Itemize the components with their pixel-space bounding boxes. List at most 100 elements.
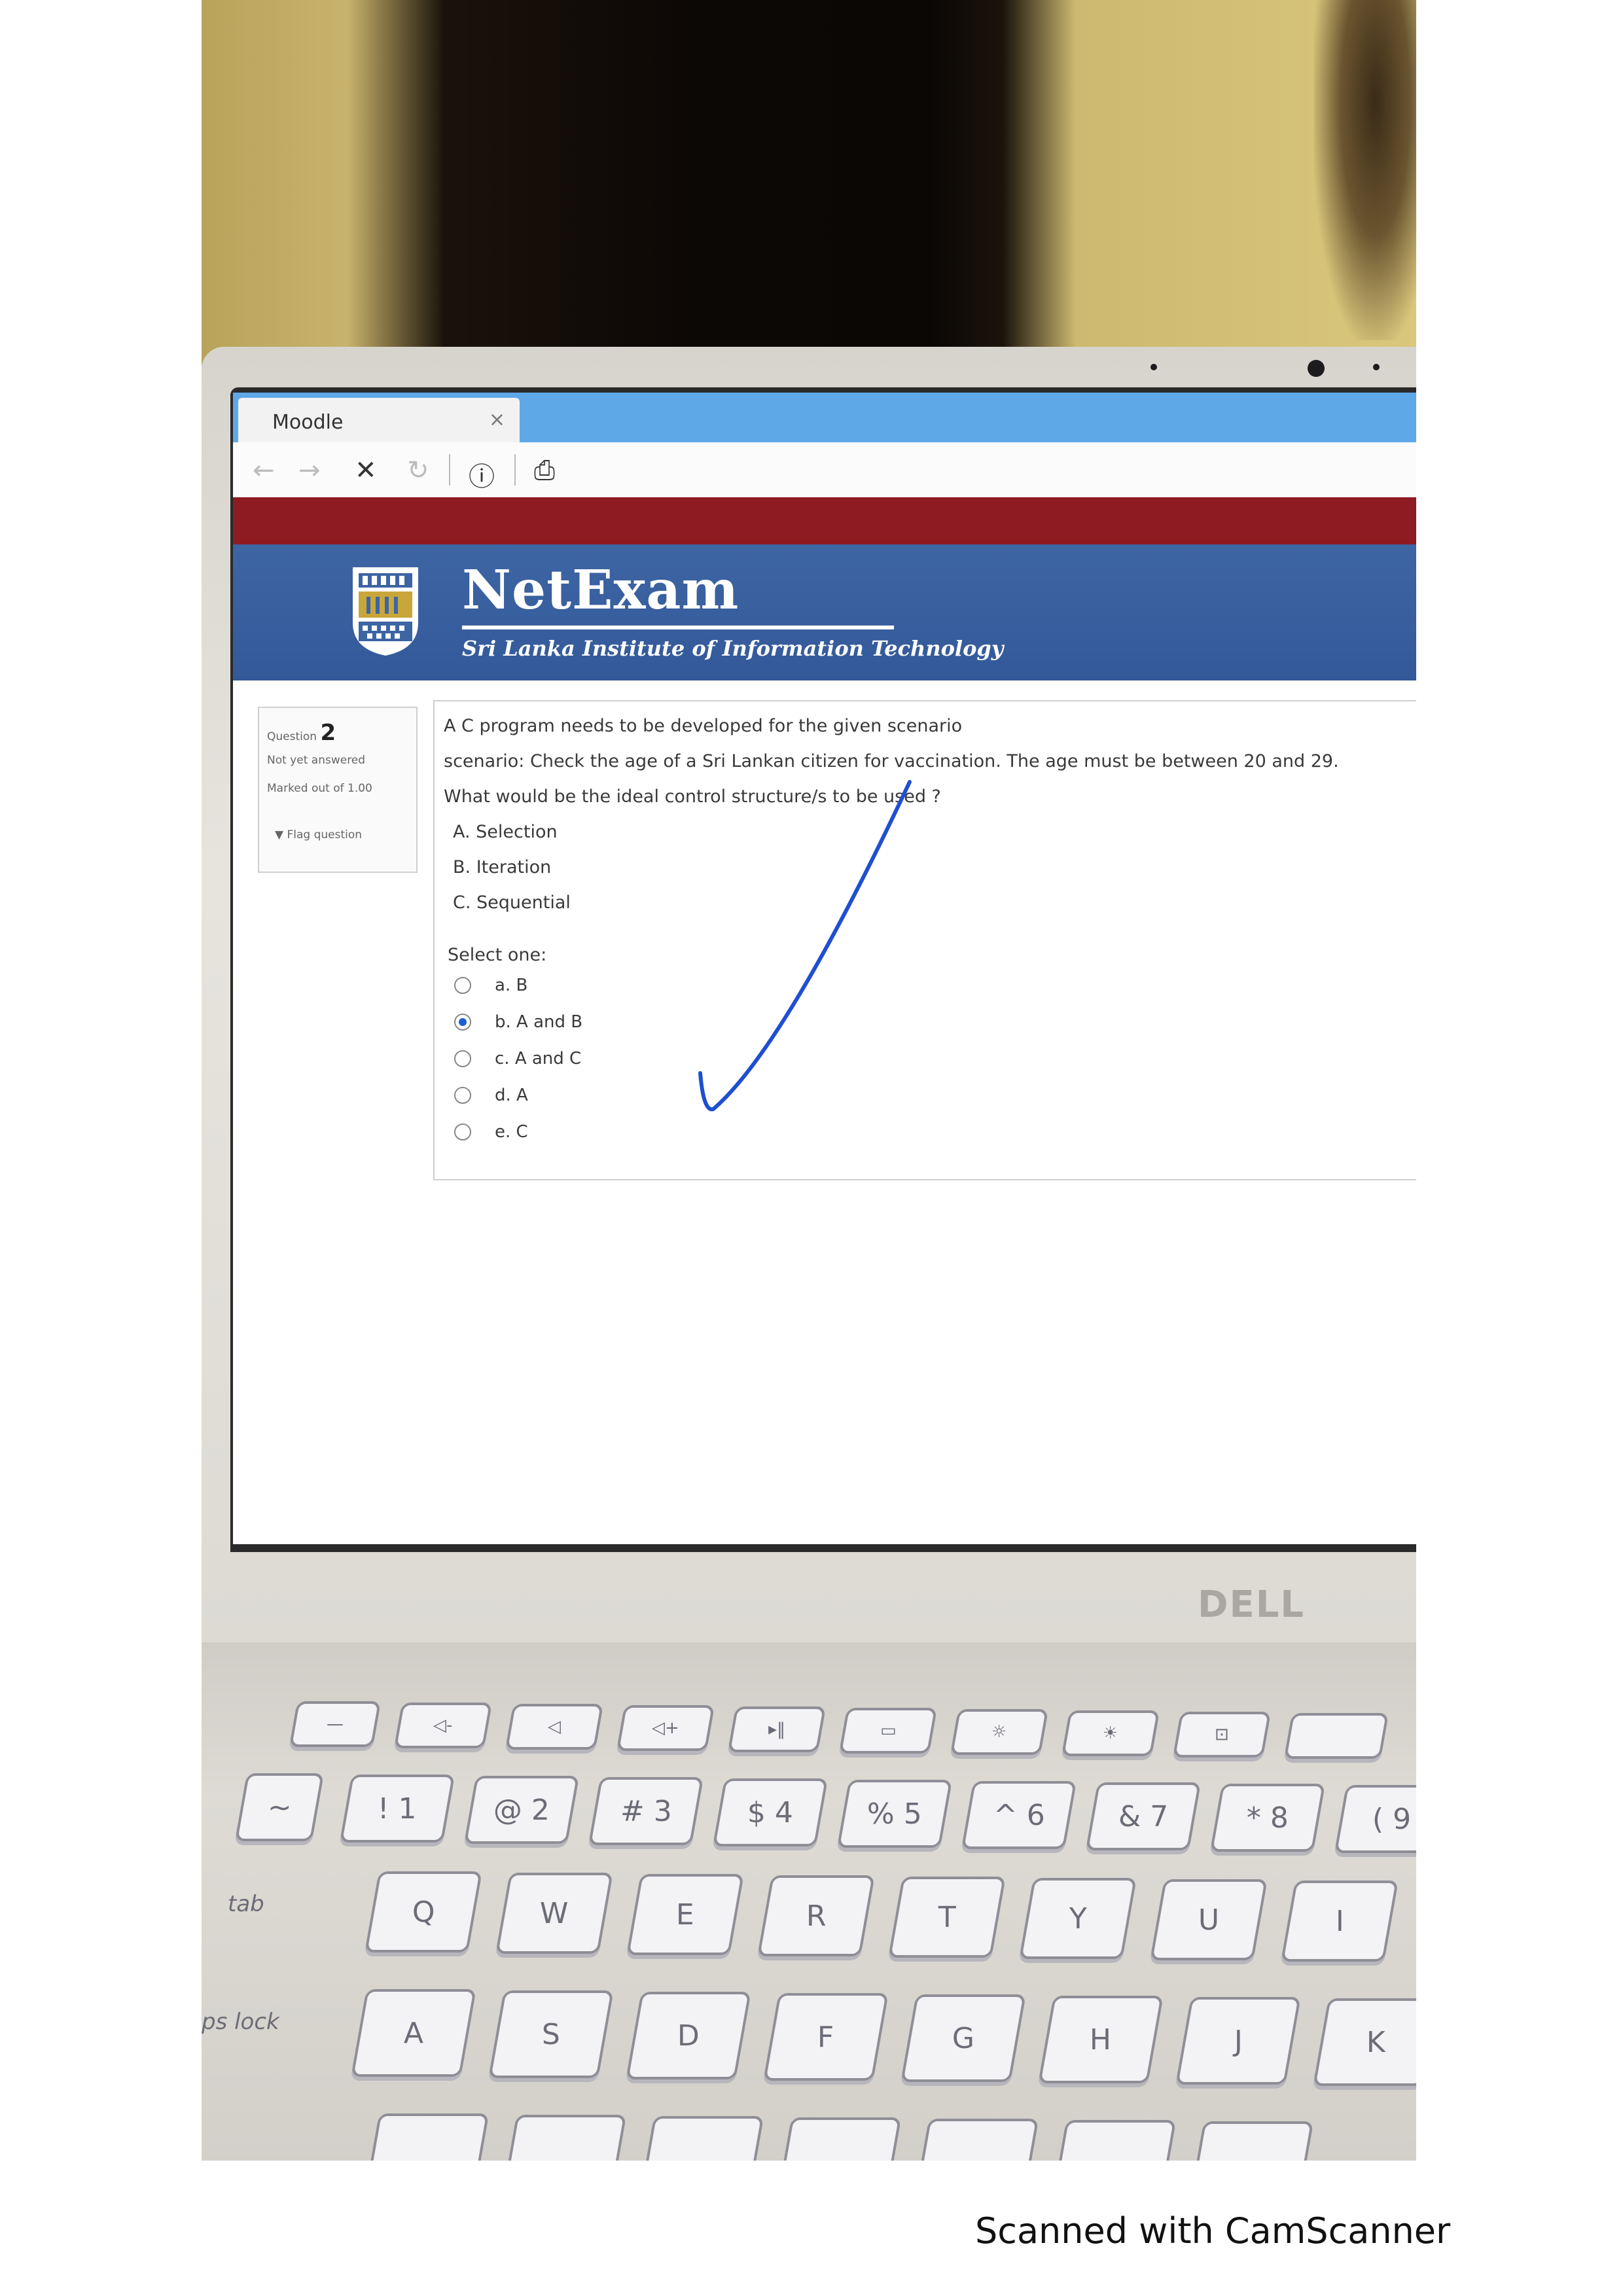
question-label: Question (267, 730, 317, 743)
fn-key[interactable]: ◁- (393, 1703, 493, 1748)
key-3[interactable]: # 3 (588, 1777, 704, 1845)
info-icon[interactable]: ⓘ (469, 455, 495, 493)
wall-shadow (1314, 0, 1416, 340)
dell-logo: DELL (1198, 1583, 1306, 1626)
key-1[interactable]: ! 1 (339, 1775, 455, 1843)
key-d[interactable]: D (626, 1992, 751, 2079)
keyboard-key[interactable] (364, 2113, 490, 2161)
caps-lock-label: ps lock (202, 2009, 279, 2035)
key-2[interactable]: @ 2 (463, 1776, 580, 1844)
question-marks: Marked out of 1.00 (267, 782, 372, 795)
flag-label: Flag question (287, 828, 363, 841)
answer-option[interactable]: c. A and C (454, 1046, 581, 1072)
sliit-crest-logo (353, 567, 418, 656)
key-s[interactable]: S (488, 1990, 614, 2078)
header-red-bar (233, 497, 1416, 544)
key-q[interactable]: Q (365, 1871, 482, 1952)
brand-subtitle: Sri Lanka Institute of Information Techn… (462, 636, 1004, 661)
answer-option[interactable]: a. B (454, 972, 527, 998)
question-content: A C program needs to be developed for th… (433, 700, 1416, 1180)
keyboard-key[interactable] (501, 2115, 627, 2161)
reload-icon[interactable]: ↻ (407, 455, 429, 486)
key-5[interactable]: % 5 (836, 1780, 953, 1848)
key-i[interactable]: I (1281, 1881, 1399, 1962)
page-icon[interactable]: ⎙ (534, 455, 555, 486)
fn-key[interactable] (1283, 1713, 1389, 1759)
tab-key-label: tab (228, 1891, 264, 1917)
key-7[interactable]: & 7 (1085, 1782, 1202, 1850)
key-g[interactable]: G (901, 1994, 1026, 2082)
key-9[interactable]: ( 9 (1334, 1785, 1416, 1853)
browser-nav-bar: ← → ✕ ↻ ⓘ ⎙ (233, 442, 1416, 499)
scanner-watermark: Scanned with CamScanner (975, 2210, 1451, 2252)
answer-label: c. A and C (495, 1049, 582, 1069)
brand-underline (462, 626, 894, 629)
keyboard-key[interactable] (914, 2119, 1039, 2161)
option-text-a: A. Selection (453, 822, 558, 842)
webcam-lens (1308, 360, 1325, 377)
key-backtick[interactable]: ~ (234, 1773, 325, 1841)
radio-button[interactable] (454, 977, 471, 994)
stop-icon[interactable]: ✕ (355, 455, 377, 486)
answer-option[interactable]: e. C (454, 1119, 528, 1145)
question-info-panel: Question 2 Not yet answered Marked out o… (258, 707, 418, 873)
key-f[interactable]: F (763, 1993, 889, 2081)
tab-title: Moodle (272, 411, 344, 434)
browser-tab-moodle[interactable]: Moodle × (238, 398, 520, 442)
answer-label: d. A (495, 1086, 528, 1105)
answer-option[interactable]: d. A (454, 1082, 528, 1108)
webcam-light-right (1373, 364, 1380, 370)
answer-option[interactable]: b. A and B (454, 1009, 582, 1035)
key-u[interactable]: U (1150, 1879, 1268, 1960)
back-arrow-icon[interactable]: ← (253, 455, 275, 486)
nav-divider (449, 454, 450, 486)
select-one-prompt: Select one: (448, 945, 547, 965)
question-number-row: Question 2 (267, 720, 336, 746)
key-k[interactable]: K (1313, 1998, 1416, 2086)
key-y[interactable]: Y (1019, 1878, 1137, 1959)
key-4[interactable]: $ 4 (712, 1778, 829, 1846)
radio-selected-dot (459, 1018, 467, 1026)
radio-button[interactable] (454, 1123, 471, 1140)
fn-key[interactable]: ◁+ (616, 1705, 715, 1751)
nav-divider (514, 454, 516, 486)
forward-arrow-icon[interactable]: → (298, 455, 321, 486)
question-state: Not yet answered (267, 754, 366, 767)
fn-key[interactable]: ◁ (505, 1704, 604, 1750)
fn-key[interactable]: ▸‖ (727, 1706, 827, 1752)
fn-key[interactable]: ☼ (950, 1709, 1049, 1755)
key-h[interactable]: H (1038, 1996, 1164, 2083)
answer-label: b. A and B (495, 1012, 583, 1032)
flag-icon: ▼ (275, 828, 284, 841)
fn-key[interactable]: — (289, 1701, 382, 1747)
radio-button-selected[interactable] (454, 1014, 471, 1031)
key-r[interactable]: R (757, 1875, 875, 1956)
key-t[interactable]: T (888, 1877, 1006, 1958)
fn-key[interactable]: ⊡ (1172, 1712, 1272, 1757)
radio-button[interactable] (454, 1050, 471, 1067)
fn-key[interactable]: ▭ (838, 1708, 938, 1754)
laptop-screen: Moodle × ← → ✕ ↻ ⓘ ⎙ NetExam Sri Lanka I… (233, 393, 1416, 1544)
key-8[interactable]: * 8 (1209, 1784, 1326, 1852)
key-e[interactable]: E (626, 1874, 744, 1955)
answer-label: e. C (495, 1122, 528, 1142)
key-a[interactable]: A (351, 1989, 476, 2077)
key-6[interactable]: ^ 6 (961, 1781, 1077, 1849)
netexam-banner: NetExam Sri Lanka Institute of Informati… (233, 544, 1416, 680)
browser-tab-bar: Moodle × (233, 393, 1416, 442)
key-j[interactable]: J (1175, 1997, 1301, 2085)
tab-close-icon[interactable]: × (489, 408, 505, 431)
keyboard-key[interactable] (776, 2117, 902, 2161)
radio-button[interactable] (454, 1087, 471, 1104)
keyboard-key[interactable] (1188, 2121, 1314, 2161)
key-w[interactable]: W (495, 1873, 613, 1954)
option-text-b: B. Iteration (453, 857, 552, 877)
flag-question-link[interactable]: ▼ Flag question (275, 828, 362, 841)
fn-key[interactable]: ☀ (1061, 1710, 1160, 1756)
question-line-1: A C program needs to be developed for th… (444, 716, 963, 736)
keyboard-key[interactable] (1051, 2120, 1177, 2161)
brand-title: NetExam (462, 559, 740, 622)
keyboard-key[interactable] (639, 2116, 764, 2161)
question-line-3: What would be the ideal control structur… (444, 786, 941, 807)
question-line-2: scenario: Check the age of a Sri Lankan … (444, 751, 1339, 771)
